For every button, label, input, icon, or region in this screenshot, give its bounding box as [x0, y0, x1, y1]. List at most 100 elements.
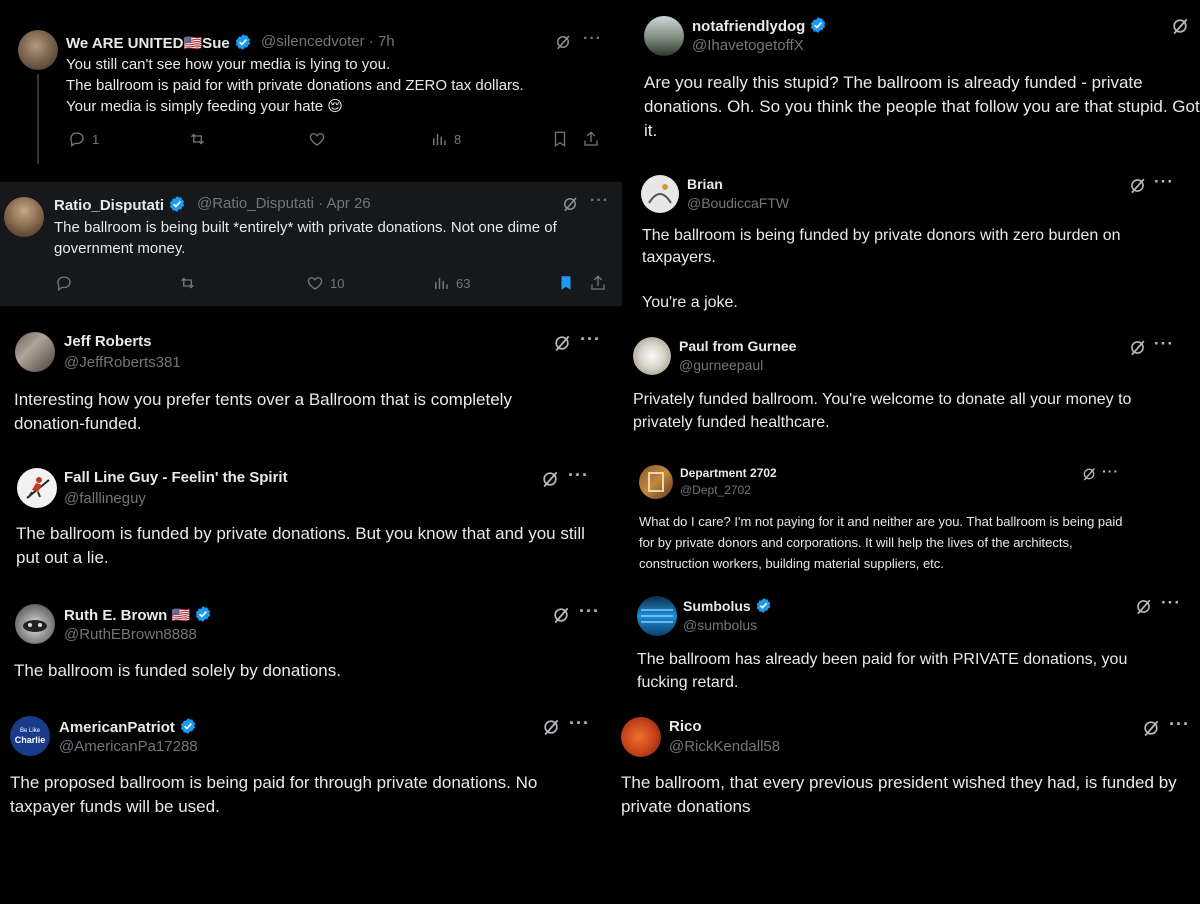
more-icon[interactable]: ··· [568, 465, 589, 486]
grok-icon[interactable] [1081, 466, 1097, 487]
more-icon[interactable]: ··· [1102, 463, 1119, 479]
avatar[interactable]: Be Like Charlie [10, 716, 50, 756]
reply-button[interactable] [55, 274, 73, 292]
avatar[interactable] [641, 175, 679, 213]
avatar[interactable] [17, 468, 57, 508]
verified-badge-icon [196, 606, 211, 622]
author-handle[interactable]: @JeffRoberts381 [64, 354, 181, 371]
repost-icon [181, 277, 194, 289]
post-ratio-disputati[interactable]: Ratio_Disputati @Ratio_Disputati · Apr 2… [0, 182, 622, 306]
author-handle[interactable]: @RuthEBrown8888 [64, 626, 197, 643]
like-button[interactable]: 10 [306, 274, 344, 292]
grok-icon[interactable] [1141, 718, 1161, 743]
author-handle[interactable]: @silencedvoter · 7h [261, 33, 395, 50]
grok-icon[interactable] [1170, 16, 1190, 41]
repost-button[interactable] [188, 130, 207, 148]
post-sumbolus[interactable]: Sumbolus @sumbolus ··· The ballroom has … [620, 588, 1200, 703]
thread-line [37, 74, 39, 164]
grok-icon[interactable] [1128, 176, 1147, 200]
more-icon[interactable]: ··· [1154, 334, 1174, 354]
share-button[interactable] [589, 274, 607, 292]
avatar-text: Be Like [19, 727, 40, 734]
post-text: Are you really this stupid? The ballroom… [644, 73, 1200, 140]
more-icon[interactable]: ··· [1161, 593, 1181, 613]
post-rico[interactable]: Rico @RickKendall58 ··· The ballroom, th… [610, 705, 1200, 825]
post-time[interactable]: · 7h [369, 33, 395, 50]
bookmark-button[interactable] [557, 274, 575, 292]
avatar[interactable] [15, 604, 55, 644]
grok-icon[interactable] [1128, 338, 1147, 362]
author-name[interactable]: Paul from Gurnee [679, 338, 796, 354]
author-name[interactable]: Department 2702 [680, 466, 777, 480]
reply-icon [70, 132, 84, 148]
author-handle[interactable]: @IhavetogetoffX [692, 37, 804, 54]
author-name[interactable]: We ARE UNITED🇺🇸Sue [66, 33, 252, 52]
avatar[interactable] [18, 30, 58, 70]
grok-icon[interactable] [540, 469, 560, 494]
post-notafriendlydog[interactable]: notafriendlydog @IhavetogetoffX Are you … [625, 0, 1200, 160]
post-text: The ballroom is being funded by private … [642, 227, 1121, 266]
author-name[interactable]: Ruth E. Brown 🇺🇸 [64, 605, 212, 624]
author-name[interactable]: Rico [669, 718, 702, 735]
author-name-text: AmericanPatriot [59, 719, 175, 736]
more-icon[interactable]: ··· [1154, 172, 1174, 192]
post-department-2702[interactable]: Department 2702 @Dept_2702 ··· What do I… [625, 458, 1200, 583]
like-count: 10 [330, 275, 345, 291]
more-icon[interactable]: ··· [580, 329, 601, 350]
post-time[interactable]: · Apr 26 [318, 195, 371, 212]
skier-image [26, 477, 50, 499]
more-icon[interactable]: ··· [1169, 714, 1190, 735]
post-brian[interactable]: Brian @BoudiccaFTW ··· The ballroom is b… [625, 165, 1200, 325]
raccoon-image [23, 620, 47, 632]
author-handle[interactable]: @falllineguy [64, 490, 146, 507]
author-name[interactable]: Brian [687, 176, 723, 192]
author-name[interactable]: AmericanPatriot [59, 717, 197, 736]
author-name-text: Ruth E. Brown 🇺🇸 [64, 607, 191, 624]
post-ruth-e-brown[interactable]: Ruth E. Brown 🇺🇸 @RuthEBrown8888 ··· The… [0, 592, 620, 692]
grok-icon[interactable] [561, 195, 579, 218]
grok-icon[interactable] [541, 717, 561, 742]
author-handle[interactable]: @gurneepaul [679, 357, 763, 373]
avatar[interactable] [633, 337, 671, 375]
post-jeff-roberts[interactable]: Jeff Roberts @JeffRoberts381 ··· Interes… [0, 318, 620, 448]
avatar[interactable] [4, 197, 44, 237]
author-handle[interactable]: @RickKendall58 [669, 738, 780, 755]
post-american-patriot[interactable]: Be Like Charlie AmericanPatriot @America… [0, 703, 620, 823]
avatar[interactable] [639, 465, 673, 499]
post-sue[interactable]: We ARE UNITED🇺🇸Sue @silencedvoter · 7h ·… [0, 0, 618, 165]
grok-icon[interactable] [551, 605, 571, 630]
avatar[interactable] [621, 717, 661, 757]
author-handle[interactable]: @Dept_2702 [680, 483, 751, 497]
more-icon[interactable]: ··· [583, 30, 602, 48]
reply-button[interactable]: 1 [68, 130, 99, 148]
author-name[interactable]: Jeff Roberts [64, 333, 152, 350]
author-name[interactable]: Sumbolus [683, 597, 772, 614]
grok-icon[interactable] [552, 333, 572, 358]
avatar-image [641, 609, 673, 623]
more-icon[interactable]: ··· [579, 601, 600, 622]
grok-icon[interactable] [554, 33, 572, 56]
author-name-text: We ARE UNITED🇺🇸Sue [66, 35, 230, 52]
like-button[interactable] [308, 130, 326, 148]
avatar[interactable] [15, 332, 55, 372]
author-name[interactable]: notafriendlydog [692, 16, 827, 35]
author-name[interactable]: Ratio_Disputati [54, 195, 186, 214]
avatar[interactable] [637, 596, 677, 636]
author-handle[interactable]: @AmericanPa17288 [59, 738, 198, 755]
views-button[interactable]: 8 [430, 130, 461, 148]
post-text: What do I care? I'm not paying for it an… [639, 514, 1123, 571]
author-handle[interactable]: @Ratio_Disputati · Apr 26 [197, 195, 371, 212]
repost-button[interactable] [178, 274, 197, 292]
avatar[interactable] [644, 16, 684, 56]
post-paul-from-gurnee[interactable]: Paul from Gurnee @gurneepaul ··· Private… [620, 330, 1200, 450]
views-button[interactable]: 63 [432, 274, 470, 292]
bookmark-button[interactable] [551, 130, 569, 148]
more-icon[interactable]: ··· [590, 192, 609, 210]
author-handle[interactable]: @sumbolus [683, 617, 757, 633]
grok-icon[interactable] [1134, 597, 1153, 621]
post-fall-line-guy[interactable]: Fall Line Guy - Feelin' the Spirit @fall… [0, 455, 620, 585]
share-button[interactable] [582, 130, 600, 148]
author-name[interactable]: Fall Line Guy - Feelin' the Spirit [64, 469, 288, 486]
more-icon[interactable]: ··· [569, 713, 590, 734]
author-handle[interactable]: @BoudiccaFTW [687, 195, 789, 211]
